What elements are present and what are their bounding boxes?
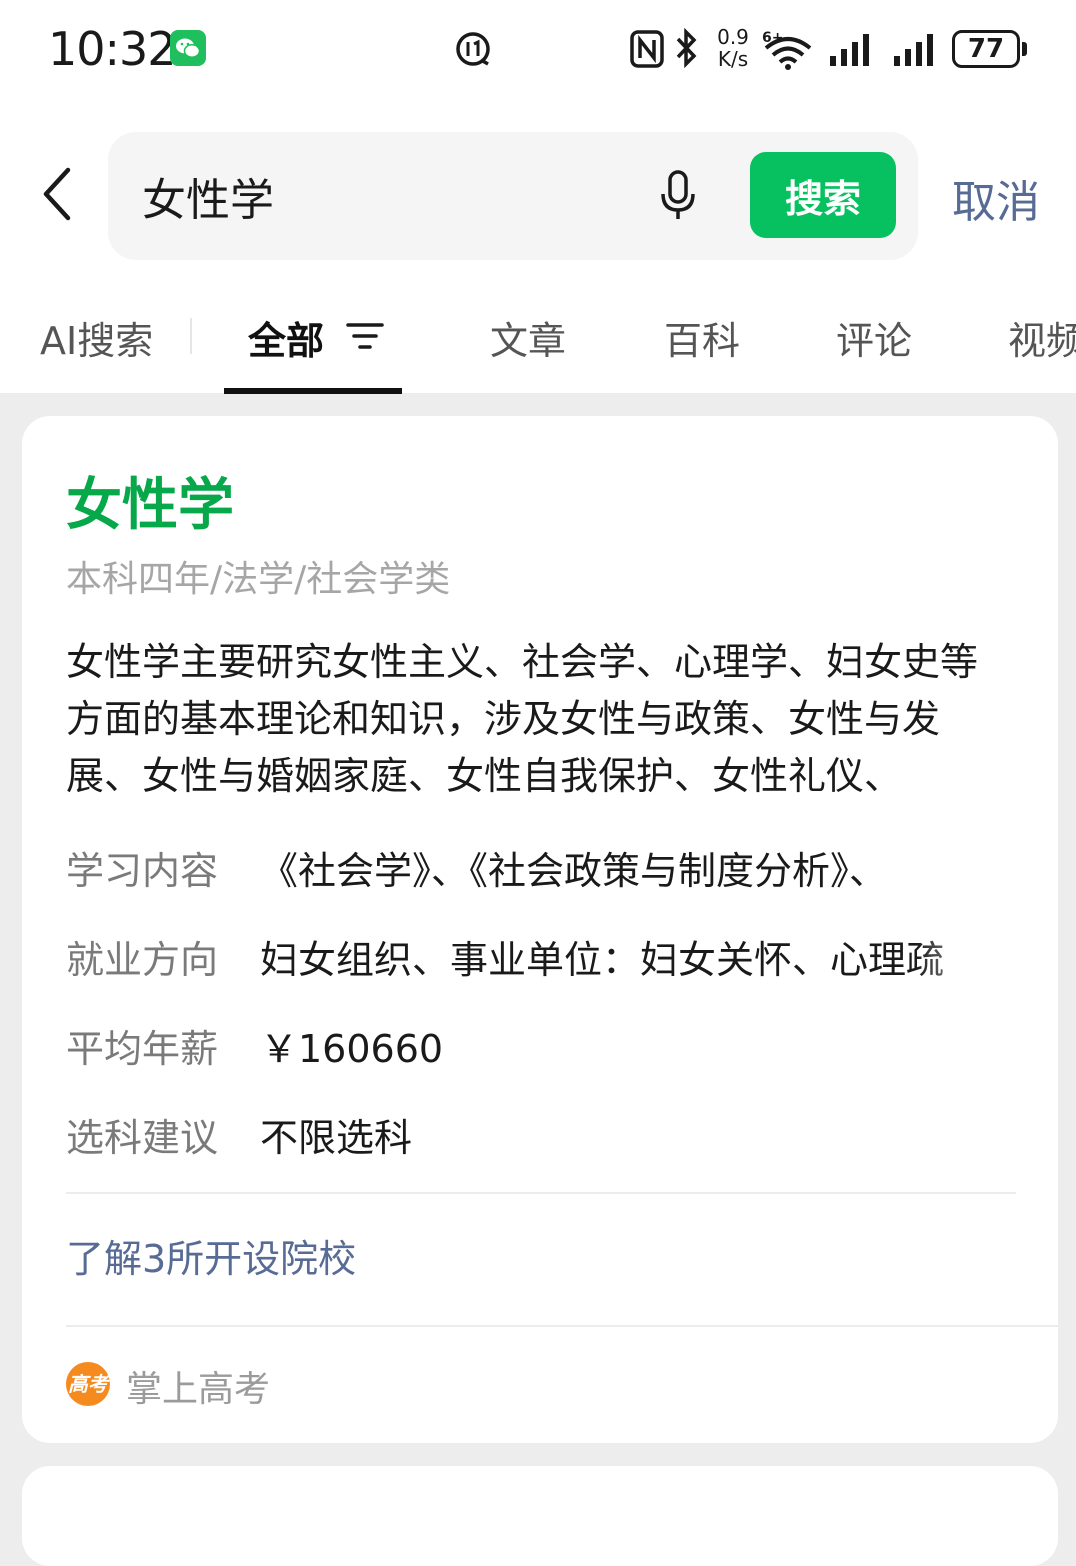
data-saver-icon: [456, 32, 490, 66]
info-value: ￥160660: [260, 1027, 444, 1068]
source-logo-icon: 高考: [66, 1362, 110, 1406]
active-tab-indicator: [224, 388, 402, 394]
major-info-card[interactable]: 女性学 本科四年/法学/社会学类 女性学主要研究女性主义、社会学、心理学、妇女史…: [22, 416, 1058, 1443]
tab-bar: AI搜索 全部 文章 百科 评论 视频: [0, 300, 1076, 394]
network-speed: 0.9 K/s: [717, 25, 749, 71]
search-input[interactable]: 女性学: [142, 164, 274, 228]
signal-sim1-icon: [830, 34, 869, 66]
info-label: 就业方向: [66, 938, 219, 979]
tab-all[interactable]: 全部: [248, 310, 324, 365]
tab-separator: [190, 318, 192, 354]
filter-icon[interactable]: [346, 320, 384, 352]
tab-comments[interactable]: 评论: [836, 310, 912, 365]
divider: [66, 1325, 1058, 1327]
search-button[interactable]: 搜索: [750, 152, 896, 238]
wifi-icon: 6+: [762, 30, 812, 70]
tab-videos[interactable]: 视频: [1008, 310, 1076, 365]
info-label: 学习内容: [66, 849, 219, 890]
next-result-card[interactable]: [22, 1466, 1058, 1566]
battery-level: 77: [967, 34, 1005, 64]
tab-encyclopedia[interactable]: 百科: [664, 310, 740, 365]
info-value: 不限选科: [260, 1116, 413, 1157]
info-row-career: 就业方向 妇女组织、事业单位：妇女关怀、心理疏: [66, 929, 1006, 979]
info-row-salary: 平均年薪 ￥160660: [66, 1018, 1006, 1068]
info-value: 妇女组织、事业单位：妇女关怀、心理疏: [260, 938, 945, 979]
info-value: 《社会学》、《社会政策与制度分析》、: [260, 849, 888, 890]
nfc-icon: [630, 30, 664, 68]
major-description: 女性学主要研究女性主义、社会学、心理学、妇女史等方面的基本理论和知识，涉及女性与…: [66, 640, 979, 798]
divider: [66, 1192, 1016, 1194]
major-title[interactable]: 女性学: [66, 460, 234, 541]
top-panel: 10:32 0.9 K/s 6+ 77 女性学 搜索 取消 AI搜索 全部 文章…: [0, 0, 1076, 394]
status-bar: 10:32 0.9 K/s 6+ 77: [0, 0, 1076, 100]
wechat-notification-icon: [170, 30, 206, 66]
bluetooth-icon: [676, 28, 697, 68]
major-subtitle: 本科四年/法学/社会学类: [66, 559, 451, 600]
info-label: 平均年薪: [66, 1027, 219, 1068]
source-name[interactable]: 掌上高考: [126, 1360, 270, 1412]
tab-articles[interactable]: 文章: [490, 310, 566, 365]
schools-link[interactable]: 了解3所开设院校: [66, 1228, 356, 1283]
info-label: 选科建议: [66, 1116, 219, 1157]
info-row-study-content: 学习内容 《社会学》、《社会政策与制度分析》、: [66, 840, 1006, 890]
microphone-icon[interactable]: [660, 170, 696, 222]
back-icon[interactable]: [36, 164, 80, 224]
status-time: 10:32: [48, 22, 177, 76]
tab-ai-search[interactable]: AI搜索: [40, 310, 153, 365]
info-row-subject-advice: 选科建议 不限选科: [66, 1107, 1006, 1157]
cancel-button[interactable]: 取消: [952, 166, 1040, 230]
search-bar[interactable]: 女性学 搜索: [108, 132, 918, 260]
signal-sim2-icon: [894, 34, 933, 66]
battery-icon: 77: [952, 30, 1028, 68]
